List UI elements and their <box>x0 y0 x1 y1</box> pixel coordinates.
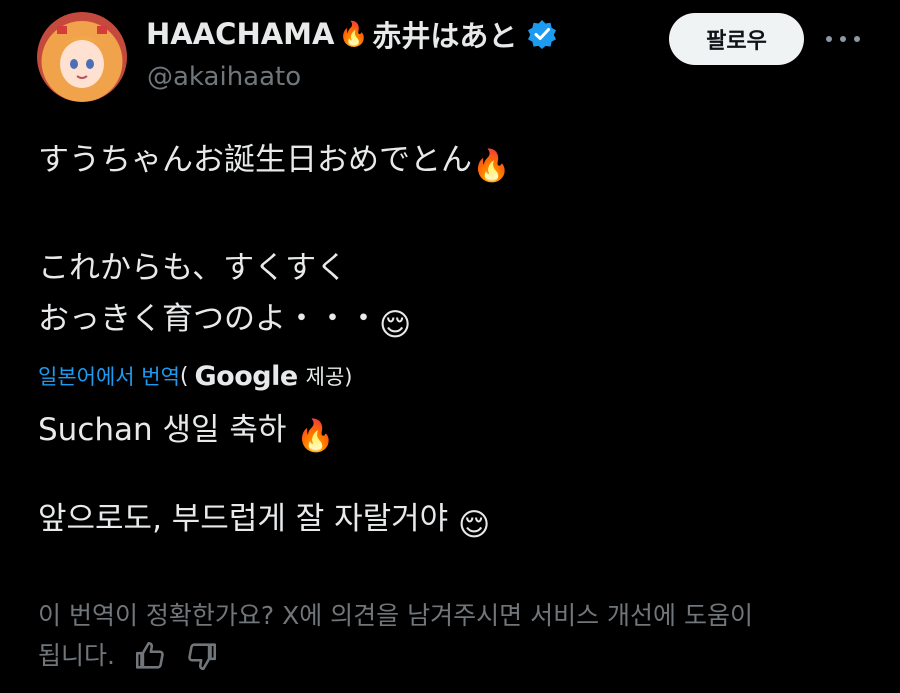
google-logo: Google <box>194 360 299 392</box>
relieved-face-emoji: 😌 <box>379 307 412 343</box>
tweet-text: すうちゃんお誕生日おめでとん <box>38 142 472 178</box>
follow-button[interactable]: 팔로우 <box>669 13 804 65</box>
translation-attribution: 일본어에서 번역 ( Google 제공) <box>38 356 353 396</box>
verified-badge-icon <box>527 19 557 49</box>
translated-from-link[interactable]: 일본어에서 번역 <box>38 361 180 391</box>
tweet-text-line-2: これからも、すくすく <box>38 250 348 286</box>
translation-feedback: 이 번역이 정확한가요? X에 의견을 남겨주시면 서비스 개선에 도움이 됩니… <box>38 596 858 676</box>
relieved-face-emoji: 😌 <box>458 507 491 543</box>
avatar[interactable] <box>37 12 127 102</box>
provided-label: 제공) <box>305 365 353 389</box>
tweet-text: おっきく育つのよ・・・ <box>38 301 379 337</box>
thumbs-up-icon[interactable] <box>133 639 167 673</box>
fire-emoji: 🔥 <box>472 148 511 184</box>
tweet-text-line-3: おっきく育つのよ・・・😌 <box>38 299 411 345</box>
translated-text: Suchan 생일 축하 <box>38 412 287 448</box>
thumbs-down-icon[interactable] <box>185 639 219 673</box>
translated-text: 앞으로도, 부드럽게 잘 자랄거야 <box>38 501 449 537</box>
author-display-name-suffix[interactable]: 赤井はあと <box>372 13 517 55</box>
translated-line-2: 앞으로도, 부드럽게 잘 자랄거야 😌 <box>38 499 490 545</box>
more-options-icon[interactable] <box>826 28 860 50</box>
author-name-row[interactable]: HAACHAMA 🔥 赤井はあと <box>146 14 557 54</box>
author-handle[interactable]: @akaihaato <box>147 62 301 92</box>
open-paren: ( <box>179 363 189 389</box>
author-display-name[interactable]: HAACHAMA <box>146 17 334 51</box>
feedback-question: 이 번역이 정확한가요? X에 의견을 남겨주시면 서비스 개선에 도움이 <box>38 601 753 630</box>
fire-emoji: 🔥 <box>296 418 335 454</box>
feedback-question-end: 됩니다. <box>38 641 115 670</box>
tweet-text-line-1: すうちゃんお誕生日おめでとん🔥 <box>38 140 511 186</box>
fire-emoji: 🔥 <box>338 20 369 48</box>
translated-line-1: Suchan 생일 축하 🔥 <box>38 410 335 456</box>
